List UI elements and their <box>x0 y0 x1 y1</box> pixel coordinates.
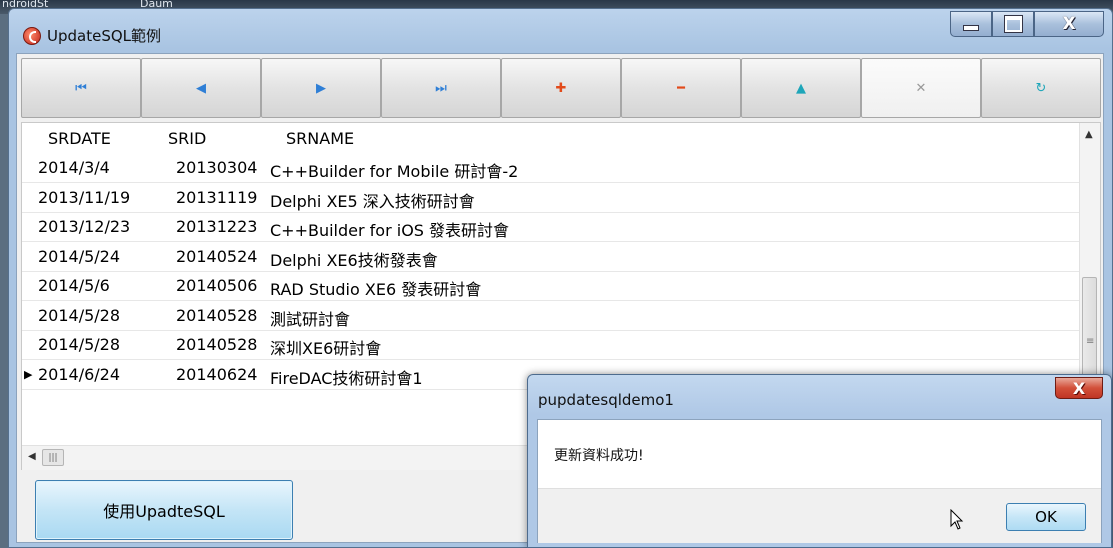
next-record-icon: ▶ <box>316 80 326 96</box>
cell-srname[interactable]: RAD Studio XE6 發表研討會 <box>270 276 481 300</box>
horizontal-scroll-thumb[interactable]: ||| <box>42 449 64 466</box>
nav-first-button[interactable]: ⏮ <box>21 58 141 118</box>
scroll-up-icon[interactable]: ▲ <box>1085 129 1093 140</box>
cell-srname[interactable]: Delphi XE6技術發表會 <box>270 247 438 271</box>
cell-srdate[interactable]: 2014/3/4 <box>38 158 110 177</box>
cell-srid[interactable]: 20131119 <box>176 188 257 207</box>
nav-cancel-button[interactable]: ✕ <box>861 58 981 118</box>
nav-edit-button[interactable]: ▲ <box>741 58 861 118</box>
ok-button[interactable]: OK <box>1006 503 1086 531</box>
nav-delete-button[interactable]: ━ <box>621 58 741 118</box>
cell-srname[interactable]: Delphi XE5 深入技術研討會 <box>270 188 475 212</box>
cell-srdate[interactable]: 2014/6/24 <box>38 365 120 384</box>
minimize-icon <box>963 25 979 31</box>
cell-srdate[interactable]: 2014/5/28 <box>38 335 120 354</box>
column-header-srid[interactable]: SRID <box>168 129 206 148</box>
cell-srdate[interactable]: 2014/5/28 <box>38 306 120 325</box>
row-indicator-icon <box>24 220 34 234</box>
first-record-icon: ⏮ <box>75 80 87 96</box>
maximize-button[interactable] <box>992 11 1034 37</box>
scroll-left-icon[interactable]: ◀ <box>28 451 36 462</box>
dialog-title: pupdatesqldemo1 <box>538 391 674 409</box>
nav-last-button[interactable]: ⏭ <box>381 58 501 118</box>
app-icon <box>23 27 41 45</box>
column-header-srdate[interactable]: SRDATE <box>48 129 111 148</box>
message-dialog: pupdatesqldemo1 X 更新資料成功! OK <box>527 374 1112 548</box>
cell-srdate[interactable]: 2013/11/19 <box>38 188 130 207</box>
cell-srdate[interactable]: 2013/12/23 <box>38 217 130 236</box>
row-indicator-icon <box>24 161 34 175</box>
cell-srname[interactable]: 測試研討會 <box>270 306 350 330</box>
use-updatesql-button[interactable]: 使用UpadteSQL <box>35 480 293 540</box>
edit-record-icon: ▲ <box>796 80 806 96</box>
dialog-footer: OK <box>538 488 1101 543</box>
row-indicator-icon: ▶ <box>24 367 33 381</box>
dialog-close-button[interactable]: X <box>1055 377 1103 399</box>
cell-srid[interactable]: 20140524 <box>176 247 257 266</box>
cell-srid[interactable]: 20140624 <box>176 365 257 384</box>
scroll-grip-icon: ≡ <box>1086 336 1095 347</box>
grid-header: SRDATE SRID SRNAME <box>22 123 1080 153</box>
dialog-message: 更新資料成功! <box>554 448 644 464</box>
close-button[interactable]: X <box>1034 11 1104 37</box>
cell-srname[interactable]: C++Builder for iOS 發表研討會 <box>270 217 509 241</box>
row-indicator-icon <box>24 191 34 205</box>
table-row[interactable]: 2013/12/23 20131223 C++Builder for iOS 發表研… <box>22 212 1080 242</box>
row-indicator-icon <box>24 338 34 352</box>
row-indicator-icon <box>24 279 34 293</box>
column-header-srname[interactable]: SRNAME <box>286 129 354 148</box>
cell-srid[interactable]: 20140506 <box>176 276 257 295</box>
cell-srid[interactable]: 20140528 <box>176 335 257 354</box>
cell-srname[interactable]: C++Builder for Mobile 研討會-2 <box>270 158 518 182</box>
window-controls: X <box>950 11 1104 39</box>
cell-srid[interactable]: 20140528 <box>176 306 257 325</box>
cell-srdate[interactable]: 2014/5/6 <box>38 276 110 295</box>
cell-srname[interactable]: 深圳XE6研討會 <box>270 335 381 359</box>
insert-record-icon: ✚ <box>555 80 567 96</box>
row-indicator-icon <box>24 250 34 264</box>
delete-record-icon: ━ <box>677 80 685 96</box>
title-bar[interactable]: UpdateSQL範例 X <box>9 9 1112 53</box>
table-row[interactable]: 2014/5/28 20140528 深圳XE6研討會 <box>22 330 1080 360</box>
maximize-icon <box>1003 15 1023 33</box>
cell-srdate[interactable]: 2014/5/24 <box>38 247 120 266</box>
window-title: UpdateSQL範例 <box>47 27 162 45</box>
table-row[interactable]: 2014/5/28 20140528 測試研討會 <box>22 301 1080 331</box>
cell-srid[interactable]: 20130304 <box>176 158 257 177</box>
table-row[interactable]: 2013/11/19 20131119 Delphi XE5 深入技術研討會 <box>22 183 1080 213</box>
last-record-icon: ⏭ <box>435 80 447 96</box>
dialog-body: 更新資料成功! OK <box>537 419 1102 543</box>
minimize-button[interactable] <box>950 11 992 37</box>
nav-refresh-button[interactable]: ↻ <box>981 58 1101 118</box>
cancel-edit-icon: ✕ <box>915 80 927 96</box>
nav-prior-button[interactable]: ◀ <box>141 58 261 118</box>
db-navigator: ⏮ ◀ ▶ ⏭ ✚ ━ ▲ ✕ ↻ <box>21 58 1101 120</box>
table-row[interactable]: 2014/5/24 20140524 Delphi XE6技術發表會 <box>22 242 1080 272</box>
nav-next-button[interactable]: ▶ <box>261 58 381 118</box>
cell-srid[interactable]: 20131223 <box>176 217 257 236</box>
refresh-icon: ↻ <box>1035 80 1047 96</box>
table-row[interactable]: 2014/3/4 20130304 C++Builder for Mobile 研討… <box>22 153 1080 183</box>
nav-insert-button[interactable]: ✚ <box>501 58 621 118</box>
prior-record-icon: ◀ <box>196 80 206 96</box>
row-indicator-icon <box>24 309 34 323</box>
close-icon: X <box>1062 14 1076 34</box>
table-row[interactable]: 2014/5/6 20140506 RAD Studio XE6 發表研討會 <box>22 271 1080 301</box>
cell-srname[interactable]: FireDAC技術研討會1 <box>270 365 423 389</box>
